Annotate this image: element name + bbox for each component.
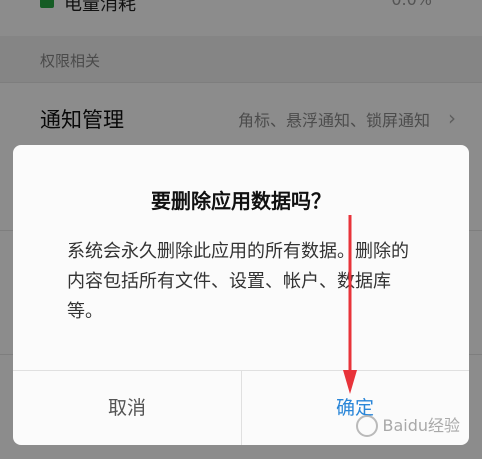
watermark: Baidu经验 [356,412,460,437]
delete-data-dialog: 要删除应用数据吗？ 系统会永久删除此应用的所有数据。删除的内容包括所有文件、设置… [13,145,469,445]
cancel-button[interactable]: 取消 [13,371,241,445]
dialog-message: 系统会永久删除此应用的所有数据。删除的内容包括所有文件、设置、帐户、数据库等。 [67,241,409,322]
paw-logo-icon [356,415,379,437]
dialog-title: 要删除应用数据吗？ [151,189,331,213]
watermark-text: Baidu经验 [382,415,460,435]
